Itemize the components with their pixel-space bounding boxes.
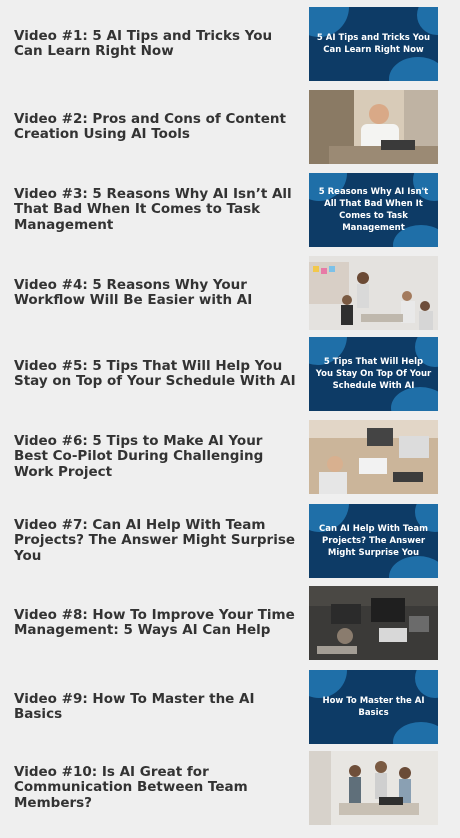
video-item[interactable]: Video #9: How To Master the AI Basics Ho… bbox=[0, 670, 460, 744]
team-office-photo[interactable] bbox=[309, 751, 438, 825]
video-item[interactable]: Video #10: Is AI Great for Communication… bbox=[0, 751, 460, 825]
video-item[interactable]: Video #6: 5 Tips to Make AI Your Best Co… bbox=[0, 420, 460, 494]
video-item[interactable]: Video #5: 5 Tips That Will Help You Stay… bbox=[0, 337, 460, 411]
workspace-desk-photo[interactable] bbox=[309, 586, 438, 660]
video-thumbnail[interactable]: 5 Tips That Will Help You Stay On Top Of… bbox=[309, 337, 438, 411]
video-list: Video #1: 5 AI Tips and Tricks You Can L… bbox=[0, 0, 460, 838]
thumbnail-caption: 5 AI Tips and Tricks You Can Learn Right… bbox=[316, 33, 431, 55]
thumbnail-caption: 5 Reasons Why AI Isn't All That Bad When… bbox=[318, 187, 429, 233]
photo-illustration bbox=[309, 256, 438, 330]
thumbnail-caption: 5 Tips That Will Help You Stay On Top Of… bbox=[315, 357, 432, 391]
team-meeting-photo[interactable] bbox=[309, 256, 438, 330]
video-title-link[interactable]: Video #4: 5 Reasons Why Your Workflow Wi… bbox=[14, 256, 296, 330]
thumbnail-caption: Can AI Help With Team Projects? The Answ… bbox=[319, 524, 428, 558]
video-thumbnail[interactable]: Can AI Help With Team Projects? The Answ… bbox=[309, 504, 438, 578]
video-item[interactable]: Video #7: Can AI Help With Team Projects… bbox=[0, 504, 460, 578]
video-title-link[interactable]: Video #10: Is AI Great for Communication… bbox=[14, 751, 296, 825]
thumbnail-caption: How To Master the AI Basics bbox=[322, 696, 425, 718]
photo-illustration bbox=[309, 751, 438, 825]
video-thumbnail[interactable]: 5 Reasons Why AI Isn't All That Bad When… bbox=[309, 173, 438, 247]
video-title-link[interactable]: Video #8: How To Improve Your Time Manag… bbox=[14, 586, 296, 660]
video-item[interactable]: Video #3: 5 Reasons Why AI Isn’t All Tha… bbox=[0, 173, 460, 247]
video-thumbnail[interactable]: 5 AI Tips and Tricks You Can Learn Right… bbox=[309, 7, 438, 81]
video-item[interactable]: Video #4: 5 Reasons Why Your Workflow Wi… bbox=[0, 256, 460, 330]
video-title-link[interactable]: Video #6: 5 Tips to Make AI Your Best Co… bbox=[14, 420, 296, 494]
video-thumbnail[interactable]: How To Master the AI Basics bbox=[309, 670, 438, 744]
video-item[interactable]: Video #2: Pros and Cons of Content Creat… bbox=[0, 90, 460, 164]
video-title-link[interactable]: Video #9: How To Master the AI Basics bbox=[14, 670, 296, 744]
video-title-link[interactable]: Video #5: 5 Tips That Will Help You Stay… bbox=[14, 337, 296, 411]
man-at-laptop-photo[interactable] bbox=[309, 90, 438, 164]
photo-illustration bbox=[309, 586, 438, 660]
photo-illustration bbox=[309, 90, 438, 164]
photo-illustration bbox=[309, 420, 438, 494]
video-title-link[interactable]: Video #2: Pros and Cons of Content Creat… bbox=[14, 90, 296, 164]
video-item[interactable]: Video #1: 5 AI Tips and Tricks You Can L… bbox=[0, 7, 460, 81]
video-title-link[interactable]: Video #7: Can AI Help With Team Projects… bbox=[14, 504, 296, 578]
desk-work-photo[interactable] bbox=[309, 420, 438, 494]
video-title-link[interactable]: Video #3: 5 Reasons Why AI Isn’t All Tha… bbox=[14, 173, 296, 247]
video-item[interactable]: Video #8: How To Improve Your Time Manag… bbox=[0, 586, 460, 660]
video-title-link[interactable]: Video #1: 5 AI Tips and Tricks You Can L… bbox=[14, 7, 296, 81]
